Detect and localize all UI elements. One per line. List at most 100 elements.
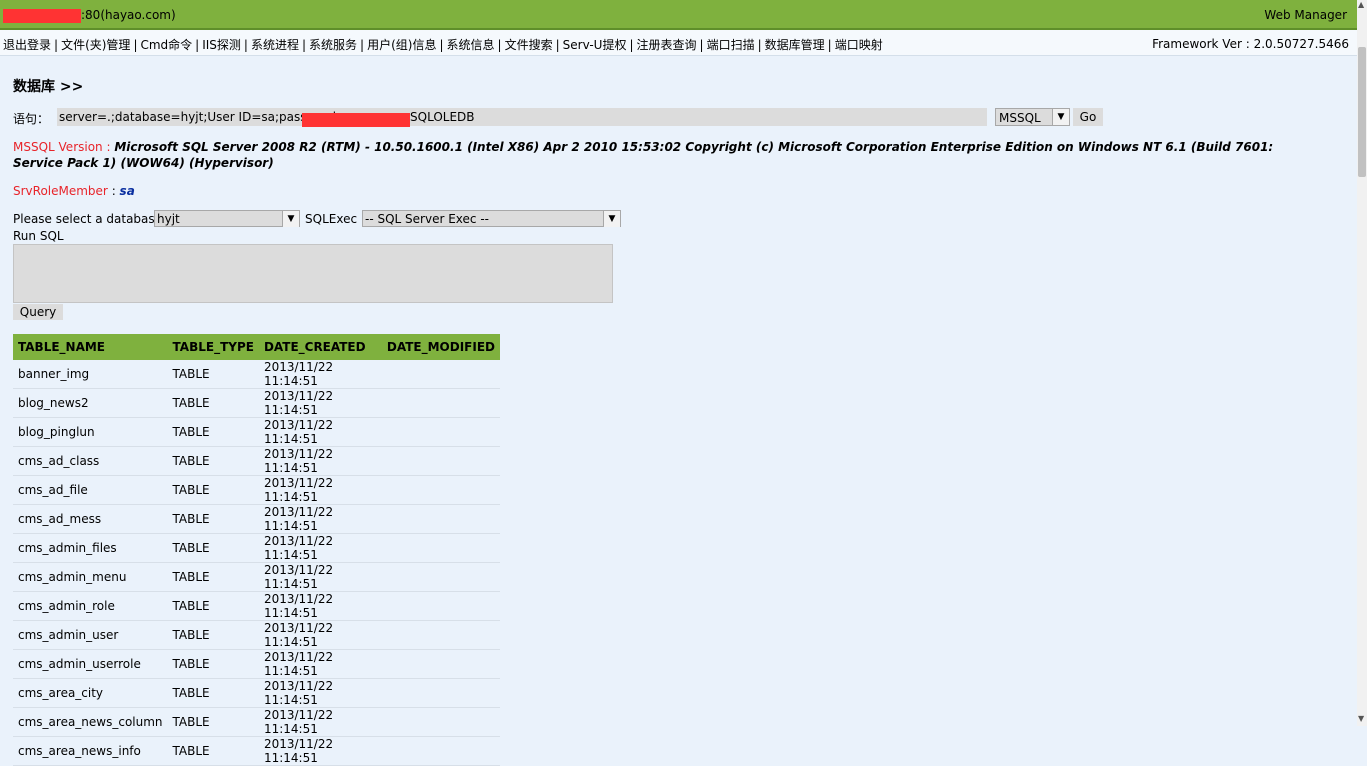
table-cell: 2013/11/22 11:14:51	[258, 649, 382, 679]
menu-separator: |	[360, 38, 365, 52]
db-type-select[interactable]: MSSQL ▼	[995, 108, 1070, 126]
menu-bar: 退出登录 | 文件(夹)管理 | Cmd命令 | IIS探测 | 系统进程 | 系统服务 | 用户(组)…	[0, 30, 1357, 56]
menu-item[interactable]: 文件搜索	[505, 38, 553, 52]
role-separator: :	[107, 184, 120, 198]
redacted-host	[3, 9, 81, 23]
table-cell	[381, 388, 500, 418]
go-button[interactable]: Go	[1073, 108, 1103, 126]
table-row[interactable]: cms_area_city TABLE 2013/11/22 11:14:51	[13, 678, 500, 708]
table-row[interactable]: cms_area_news_info TABLE 2013/11/22 11:14:…	[13, 736, 500, 766]
table-cell: cms_area_news_column	[13, 707, 168, 737]
menu-item[interactable]: 系统进程	[251, 38, 299, 52]
table-cell: blog_news2	[13, 388, 168, 418]
connection-string-input[interactable]	[57, 108, 987, 126]
table-cell: 2013/11/22 11:14:51	[258, 504, 382, 534]
role-label: SrvRoleMember	[13, 184, 108, 198]
table-cell	[381, 678, 500, 708]
menu-item[interactable]: Cmd命令	[140, 38, 192, 52]
vertical-scrollbar[interactable]: ▲ ▼	[1357, 0, 1367, 726]
menu-item[interactable]: Serv-U提权	[563, 38, 627, 52]
menu-separator: |	[497, 38, 502, 52]
version-label: MSSQL Version	[13, 140, 103, 154]
menu-separator: |	[757, 38, 762, 52]
table-row[interactable]: cms_admin_userrole TABLE 2013/11/22 11:14:…	[13, 649, 500, 679]
redacted-password	[302, 113, 410, 127]
table-row[interactable]: cms_admin_files TABLE 2013/11/22 11:14:51	[13, 533, 500, 563]
run-sql-label: Run SQL	[13, 229, 64, 243]
table-cell: TABLE	[167, 504, 259, 534]
table-cell: 2013/11/22 11:14:51	[258, 591, 382, 621]
scrollbar-thumb[interactable]	[1358, 47, 1366, 177]
table-cell: TABLE	[167, 475, 259, 505]
menu-separator: |	[629, 38, 634, 52]
table-row[interactable]: banner_img TABLE 2013/11/22 11:14:51	[13, 360, 500, 389]
db-type-value: MSSQL	[999, 111, 1041, 125]
table-cell: TABLE	[167, 533, 259, 563]
scroll-down-icon[interactable]: ▼	[1358, 714, 1364, 723]
table-row[interactable]: cms_ad_mess TABLE 2013/11/22 11:14:51	[13, 504, 500, 534]
table-cell: 2013/11/22 11:14:51	[258, 562, 382, 592]
sqlexec-label: SQLExec :	[305, 212, 365, 226]
database-select[interactable]: hyjt ▼	[154, 210, 300, 227]
menu-item[interactable]: 文件(夹)管理	[61, 38, 130, 52]
host-label: :80(hayao.com)	[81, 8, 176, 22]
table-cell: TABLE	[167, 417, 259, 447]
table-cell	[381, 620, 500, 650]
table-row[interactable]: cms_area_news_column TABLE 2013/11/22 11:1…	[13, 707, 500, 737]
table-cell: 2013/11/22 11:14:51	[258, 707, 382, 737]
menu-item[interactable]: 注册表查询	[637, 38, 697, 52]
menu-item[interactable]: 系统信息	[447, 38, 495, 52]
table-cell	[381, 504, 500, 534]
table-cell: TABLE	[167, 678, 259, 708]
table-cell	[381, 736, 500, 766]
sqlexec-select[interactable]: -- SQL Server Exec -- ▼	[362, 210, 621, 227]
menu-separator: |	[54, 38, 59, 52]
chevron-down-icon[interactable]: ▼	[282, 211, 299, 227]
table-cell: TABLE	[167, 736, 259, 766]
menu-separator: |	[243, 38, 248, 52]
table-cell	[381, 707, 500, 737]
table-cell	[381, 562, 500, 592]
database-selected-value: hyjt	[157, 212, 180, 226]
query-button[interactable]: Query	[13, 304, 63, 320]
menu-item[interactable]: 用户(组)信息	[367, 38, 436, 52]
menu-item[interactable]: 端口映射	[835, 38, 883, 52]
sql-query-textarea[interactable]	[13, 244, 613, 303]
chevron-down-icon[interactable]: ▼	[1052, 109, 1069, 125]
table-cell	[381, 591, 500, 621]
menu-item[interactable]: IIS探测	[202, 38, 241, 52]
column-header: TABLE_TYPE	[167, 334, 259, 360]
tables-list: TABLE_NAME TABLE_TYPE DATE_CREATED DATE_MOD…	[13, 334, 500, 766]
chevron-down-icon[interactable]: ▼	[603, 211, 620, 227]
table-row[interactable]: cms_ad_class TABLE 2013/11/22 11:14:51	[13, 446, 500, 476]
table-row[interactable]: blog_pinglun TABLE 2013/11/22 11:14:51	[13, 417, 500, 447]
mssql-version-row: MSSQL Version : Microsoft SQL Server 200…	[13, 139, 1313, 171]
table-row[interactable]: blog_news2 TABLE 2013/11/22 11:14:51	[13, 388, 500, 418]
menu-separator: |	[439, 38, 444, 52]
table-row[interactable]: cms_admin_user TABLE 2013/11/22 11:14:51	[13, 620, 500, 650]
table-cell: blog_pinglun	[13, 417, 168, 447]
table-cell	[381, 649, 500, 679]
table-header-row: TABLE_NAME TABLE_TYPE DATE_CREATED DATE_MOD…	[13, 334, 500, 360]
connection-provider-text: SQLOLEDB	[410, 110, 475, 124]
table-body: banner_img TABLE 2013/11/22 11:14:51 blog_n…	[13, 360, 500, 766]
table-cell: 2013/11/22 11:14:51	[258, 678, 382, 708]
menu-item[interactable]: 数据库管理	[765, 38, 825, 52]
menu-item[interactable]: 退出登录	[3, 38, 51, 52]
table-cell: TABLE	[167, 591, 259, 621]
table-row[interactable]: cms_admin_menu TABLE 2013/11/22 11:14:51	[13, 562, 500, 592]
app-title: Web Manager	[1264, 8, 1347, 22]
column-header: DATE_CREATED	[258, 334, 382, 360]
menu-item[interactable]: 系统服务	[309, 38, 357, 52]
table-row[interactable]: cms_admin_role TABLE 2013/11/22 11:14:51	[13, 591, 500, 621]
server-role-row: SrvRoleMember : sa	[13, 184, 135, 198]
version-separator: :	[102, 140, 115, 154]
table-cell: cms_ad_class	[13, 446, 168, 476]
database-select-label: Please select a database :	[13, 212, 170, 226]
menu-item[interactable]: 端口扫描	[707, 38, 755, 52]
scroll-up-icon[interactable]: ▲	[1358, 0, 1364, 9]
table-cell: cms_admin_files	[13, 533, 168, 563]
table-cell: cms_admin_userrole	[13, 649, 168, 679]
table-cell	[381, 417, 500, 447]
table-row[interactable]: cms_ad_file TABLE 2013/11/22 11:14:51	[13, 475, 500, 505]
